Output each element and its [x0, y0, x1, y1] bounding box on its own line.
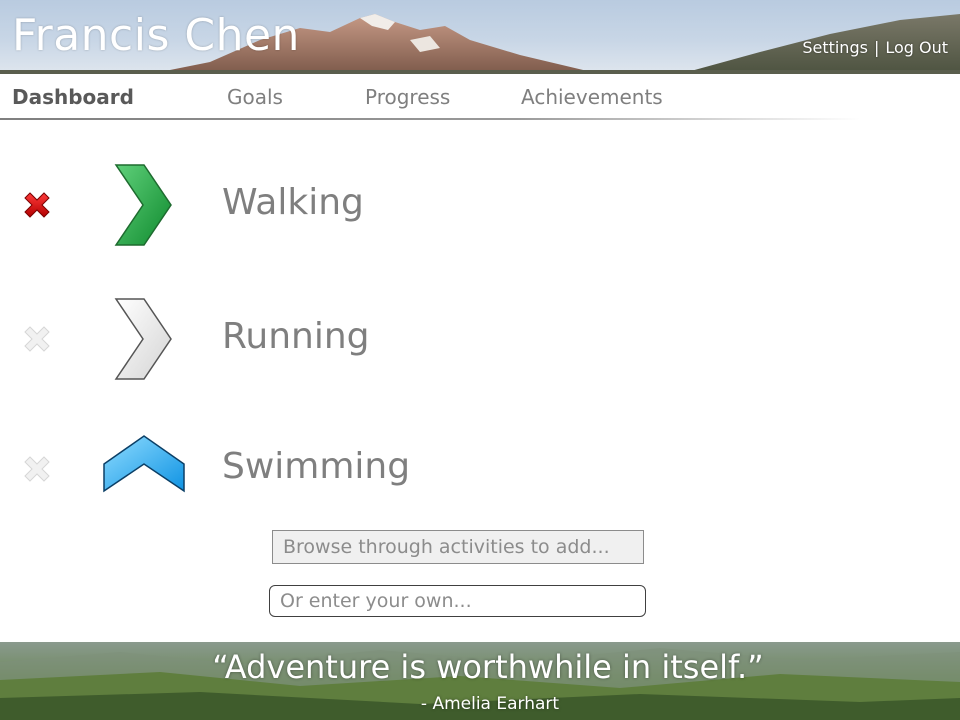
activity-row: Swimming	[0, 424, 960, 514]
activity-row: Running	[0, 294, 960, 384]
activity-name: Walking	[222, 182, 364, 223]
chevron-up-icon	[103, 435, 185, 493]
nav-progress[interactable]: Progress	[365, 85, 450, 109]
close-icon[interactable]	[21, 323, 53, 355]
account-links: Settings | Log Out	[802, 38, 948, 57]
activity-name: Running	[222, 316, 370, 357]
main-nav: Dashboard Goals Progress Achievements	[0, 74, 960, 120]
footer-banner: “Adventure is worthwhile in itself.” - A…	[0, 642, 960, 720]
close-icon[interactable]	[21, 453, 53, 485]
quote-author: - Amelia Earhart	[420, 694, 560, 714]
nav-dashboard[interactable]: Dashboard	[12, 85, 134, 109]
header-banner: Francis Chen Settings | Log Out	[0, 0, 960, 74]
nav-divider	[0, 118, 860, 120]
settings-link[interactable]: Settings	[802, 38, 868, 57]
chevron-right-icon	[114, 298, 172, 380]
user-name: Francis Chen	[12, 10, 300, 61]
activity-name: Swimming	[222, 446, 411, 487]
link-separator: |	[873, 38, 880, 57]
custom-activity-input[interactable]: Or enter your own...	[269, 585, 646, 617]
nav-goals[interactable]: Goals	[227, 85, 283, 109]
nav-achievements[interactable]: Achievements	[521, 85, 663, 109]
logout-link[interactable]: Log Out	[885, 38, 948, 57]
close-icon[interactable]	[21, 189, 53, 221]
browse-activities-button[interactable]: Browse through activities to add...	[272, 530, 644, 564]
chevron-right-icon	[114, 164, 172, 246]
footer-quote: “Adventure is worthwhile in itself.”	[212, 648, 764, 686]
activity-row: Walking	[0, 160, 960, 250]
